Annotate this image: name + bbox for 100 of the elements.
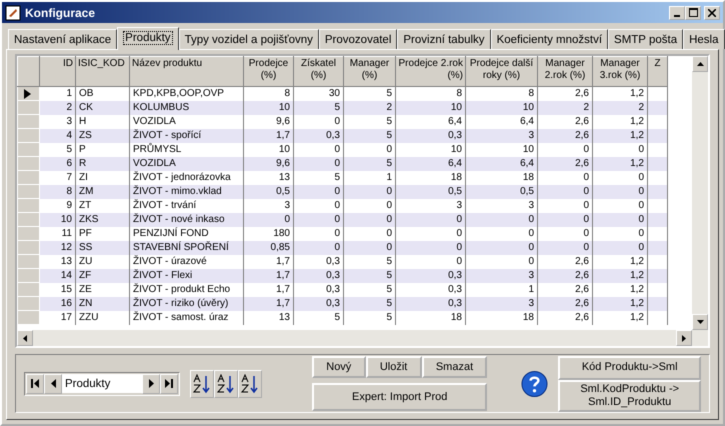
table-cell: 1,2 (592, 156, 648, 170)
table-cell: 17 (40, 310, 76, 324)
table-cell: 0 (396, 240, 466, 254)
table-cell: 3 (466, 268, 538, 282)
table-cell: R (76, 156, 130, 170)
first-record-button[interactable] (26, 374, 44, 394)
table-cell: 0 (396, 212, 466, 226)
product-id-button[interactable]: Sml.KodProduktu -> Sml.ID_Produktu (558, 380, 701, 412)
table-cell: 1,7 (244, 128, 294, 142)
scroll-right-button[interactable] (676, 330, 692, 346)
product-code-button[interactable]: Kód Produktu->Sml (558, 356, 701, 380)
up-arrow-icon (696, 62, 704, 66)
save-button[interactable]: Uložit (366, 356, 422, 378)
column-header[interactable]: Prodejce 2.rok (%) (396, 56, 466, 86)
column-header[interactable]: Název produktu (130, 56, 244, 86)
table-name-field[interactable]: Produkty (62, 374, 142, 393)
table-cell: ŽIVOT - mimo.vklad (130, 184, 244, 198)
column-header[interactable]: ISIC_KOD (76, 56, 130, 86)
first-icon (31, 379, 39, 388)
column-header[interactable]: Manager 3.rok (%) (592, 56, 648, 86)
window-title: Konfigurace (25, 4, 96, 22)
table-cell: ŽIVOT - spořící (130, 128, 244, 142)
previous-record-button[interactable] (44, 374, 62, 394)
table-cell: 18 (466, 310, 538, 324)
table-cell: 0,3 (294, 128, 344, 142)
column-header[interactable]: Manager 2.rok (%) (538, 56, 592, 86)
table-cell: 0,3 (396, 296, 466, 310)
left-arrow-icon (23, 334, 27, 342)
new-button[interactable]: Nový (312, 356, 366, 378)
vertical-scrollbar[interactable] (692, 56, 708, 330)
column-header[interactable]: Prodejce další roky (%) (466, 56, 538, 86)
table-cell: 0,3 (396, 268, 466, 282)
table-cell: 1,2 (592, 310, 648, 324)
column-header[interactable]: Manager (%) (344, 56, 396, 86)
maximize-button[interactable] (685, 6, 702, 20)
tab[interactable]: Typy vozidel a pojišťovny (178, 29, 319, 49)
tab[interactable]: Produkty (117, 27, 179, 50)
table-cell: 5 (344, 156, 396, 170)
table-cell: 2,6 (538, 268, 592, 282)
tab[interactable]: Koeficienty množství (490, 29, 608, 49)
table-cell: 0 (538, 184, 592, 198)
close-button[interactable] (704, 6, 720, 20)
table-cell: 2 (538, 100, 592, 114)
tab[interactable]: SMTP pošta (608, 29, 684, 49)
sort-button[interactable] (214, 370, 238, 398)
table-cell: 0,5 (244, 184, 294, 198)
table-cell: 8 (40, 184, 76, 198)
table-cell: 0 (538, 212, 592, 226)
horizontal-scrollbar[interactable] (17, 330, 708, 346)
sort-icon (241, 374, 259, 394)
minimize-icon (674, 14, 680, 16)
table-cell: 0 (294, 184, 344, 198)
table-cell: 2 (40, 100, 76, 114)
table-cell: 0 (344, 240, 396, 254)
app-icon (5, 4, 21, 20)
import-button[interactable]: Expert: Import Prod (312, 383, 488, 412)
sort-button[interactable] (238, 370, 262, 398)
table-cell: 2,6 (538, 128, 592, 142)
table-cell: 0,85 (244, 240, 294, 254)
table-cell: ZN (76, 296, 130, 310)
down-arrow-icon (696, 320, 704, 324)
column-header[interactable]: Z (648, 56, 668, 86)
scroll-up-button[interactable] (692, 56, 708, 72)
tab[interactable]: Provizní tabulky (397, 29, 491, 49)
column-header[interactable]: Získatel (%) (294, 56, 344, 86)
table-cell: 0 (344, 212, 396, 226)
tab[interactable]: Provozovatel (318, 29, 398, 49)
next-icon (148, 379, 154, 388)
table-cell: STAVEBNÍ SPOŘENÍ (130, 240, 244, 254)
header-corner (18, 56, 40, 86)
row-selector[interactable] (18, 86, 40, 100)
table-cell: 13 (244, 310, 294, 324)
delete-button[interactable]: Smazat (422, 356, 488, 378)
column-header[interactable]: ID (40, 56, 76, 86)
table-cell: 1,2 (592, 268, 648, 282)
table-cell: 0,3 (294, 268, 344, 282)
table-cell: ZF (76, 268, 130, 282)
table-cell: 5 (294, 310, 344, 324)
table-cell: 2 (592, 100, 648, 114)
table-cell: ŽIVOT - riziko (úvěry) (130, 296, 244, 310)
last-icon (165, 379, 173, 388)
last-record-button[interactable] (160, 374, 178, 394)
sort-button[interactable] (190, 370, 214, 398)
table-cell: ZS (76, 128, 130, 142)
table-cell: 0 (592, 184, 648, 198)
table-cell: 5 (344, 268, 396, 282)
table-cell: ŽIVOT - Flexi (130, 268, 244, 282)
table-cell: 0,3 (294, 296, 344, 310)
table-cell: 0 (538, 240, 592, 254)
table-cell: KOLUMBUS (130, 100, 244, 114)
tab[interactable]: Hesla (683, 29, 725, 49)
minimize-button[interactable] (669, 6, 686, 20)
scroll-down-button[interactable] (692, 314, 708, 330)
help-icon (521, 370, 548, 398)
right-arrow-icon (682, 334, 686, 342)
next-record-button[interactable] (142, 374, 160, 394)
tab[interactable]: Nastavení aplikace (8, 29, 118, 49)
table-cell: ŽIVOT - nové inkaso (130, 212, 244, 226)
table-cell: 4 (40, 128, 76, 142)
column-header[interactable]: Prodejce (%) (244, 56, 294, 86)
